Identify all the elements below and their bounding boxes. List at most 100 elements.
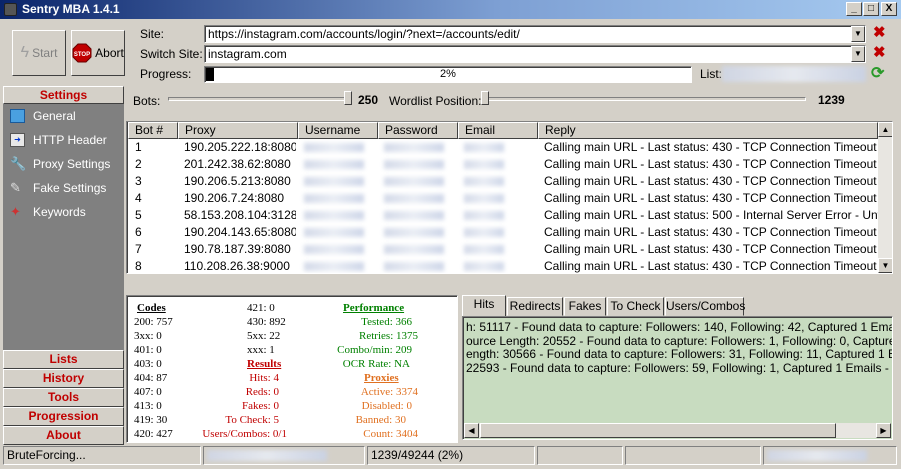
list-label: List:: [700, 67, 723, 81]
scroll-down-icon[interactable]: ▼: [878, 258, 892, 273]
tab-users-combos[interactable]: Users/Combos: [665, 297, 745, 316]
code-xxx: xxx: 1: [247, 344, 275, 356]
cell-reply: Calling main URL - Last status: 430 - TC…: [544, 242, 878, 256]
bots-slider-thumb[interactable]: [344, 91, 352, 105]
table-row[interactable]: 4 190.206.7.24:8080 Calling main URL - Las…: [127, 190, 878, 207]
cell-email-redacted: [464, 194, 504, 203]
hits-hscrollbar[interactable]: ◀ ▶: [464, 423, 891, 438]
sidebar-item-general[interactable]: General: [3, 104, 124, 128]
table-row[interactable]: 2 201.242.38.62:8080 Calling main URL - La…: [127, 156, 878, 173]
sidebar-item-http-header[interactable]: ➜ HTTP Header: [3, 128, 124, 152]
close-button[interactable]: X: [881, 2, 897, 16]
hits-log[interactable]: h: 51117 - Found data to capture: Follow…: [462, 316, 893, 440]
maximize-button[interactable]: □: [863, 2, 879, 16]
cell-email-redacted: [464, 262, 504, 271]
abort-button[interactable]: STOP Abort: [71, 30, 125, 76]
sidebar-item-fake-settings[interactable]: ✎ Fake Settings: [3, 176, 124, 200]
hscroll-thumb[interactable]: [480, 423, 836, 438]
bots-value: 250: [358, 93, 379, 107]
cell-username-redacted: [304, 228, 364, 237]
wordlist-slider-thumb[interactable]: [481, 91, 489, 105]
cell-email-redacted: [464, 143, 504, 152]
cell-email-redacted: [464, 245, 504, 254]
cell-username-redacted: [304, 143, 364, 152]
sidebar-item-keywords[interactable]: ✦ Keywords: [3, 200, 124, 224]
col-header-email[interactable]: Email: [458, 122, 538, 139]
bots-slider-track[interactable]: [168, 97, 348, 101]
table-row[interactable]: 3 190.206.5.213:8080 Calling main URL - La…: [127, 173, 878, 190]
sidebar-item-proxy-settings[interactable]: 🔧 Proxy Settings: [3, 152, 124, 176]
cell-bot: 6: [135, 225, 142, 239]
switch-site-dropdown-arrow[interactable]: ▼: [851, 46, 865, 62]
hit-line: ength: 30566 - Found data to capture: Fo…: [466, 347, 892, 361]
minimize-button[interactable]: _: [846, 2, 862, 16]
cell-bot: 7: [135, 242, 142, 256]
results-reds: Reds: 0: [245, 386, 279, 398]
col-header-reply[interactable]: Reply: [538, 122, 878, 139]
site-dropdown-arrow[interactable]: ▼: [851, 26, 865, 42]
col-header-password[interactable]: Password: [378, 122, 458, 139]
sidebar-tools[interactable]: Tools: [3, 388, 124, 407]
code-421: 421: 0: [247, 302, 275, 314]
status-state: BruteForcing...: [3, 446, 201, 465]
cell-password-redacted: [384, 194, 444, 203]
svg-text:STOP: STOP: [74, 52, 90, 58]
wordlist-slider-track[interactable]: [482, 97, 806, 101]
http-icon: ➜: [10, 133, 25, 147]
scroll-up-icon[interactable]: ▲: [878, 122, 892, 137]
switch-site-input[interactable]: instagram.com: [204, 45, 866, 63]
sidebar-about[interactable]: About: [3, 426, 124, 445]
perf-combomin: Combo/min: 209: [337, 344, 412, 356]
progress-label: Progress:: [140, 67, 192, 81]
cell-bot: 4: [135, 191, 142, 205]
tab-to-check[interactable]: To Check: [607, 297, 664, 316]
status-panel-5: [763, 446, 897, 465]
sidebar-history[interactable]: History: [3, 369, 124, 388]
cell-bot: 1: [135, 140, 142, 154]
switch-site-label: Switch Site:: [140, 47, 203, 61]
code-430: 430: 892: [247, 316, 286, 328]
perf-retries: Retries: 1375: [359, 330, 418, 342]
site-clear-icon[interactable]: ✖: [873, 25, 886, 41]
table-row[interactable]: 8 110.208.26.38:9000 Calling main URL - La…: [127, 258, 878, 273]
tab-hits[interactable]: Hits: [462, 295, 506, 316]
site-input[interactable]: https://instagram.com/accounts/login/?ne…: [204, 25, 866, 43]
sidebar-bottom: Lists History Tools Progression About: [3, 350, 124, 445]
scroll-left-icon[interactable]: ◀: [464, 423, 479, 438]
proxies-banned: Banned: 30: [355, 414, 406, 426]
tab-fakes[interactable]: Fakes: [564, 297, 606, 316]
code-5xx: 5xx: 22: [247, 330, 281, 342]
table-row[interactable]: 6 190.204.143.65:8080 Calling main URL - L…: [127, 224, 878, 241]
table-scrollbar[interactable]: ▲ ▼: [878, 122, 892, 273]
hit-line: 22593 - Found data to capture: Followers…: [466, 360, 892, 375]
code-413: 413: 0: [134, 400, 162, 412]
progress-bar: 2%: [204, 66, 692, 83]
table-row[interactable]: 1 190.205.222.18:8080 Calling main URL - L…: [127, 139, 878, 156]
table-row[interactable]: 7 190.78.187.39:8080 Calling main URL - La…: [127, 241, 878, 258]
code-403: 403: 0: [134, 358, 162, 370]
col-header-bot[interactable]: Bot #: [128, 122, 178, 139]
cell-password-redacted: [384, 228, 444, 237]
refresh-icon[interactable]: ⟳: [871, 65, 888, 82]
scroll-right-icon[interactable]: ▶: [876, 423, 891, 438]
status-panel-3: [537, 446, 623, 465]
cell-username-redacted: [304, 177, 364, 186]
cell-reply: Calling main URL - Last status: 430 - TC…: [544, 174, 878, 188]
cell-password-redacted: [384, 177, 444, 186]
cell-password-redacted: [384, 143, 444, 152]
start-button[interactable]: ϟ Start: [12, 30, 66, 76]
sidebar-progression[interactable]: Progression: [3, 407, 124, 426]
table-row[interactable]: 5 58.153.208.104:3128 Calling main URL - L…: [127, 207, 878, 224]
cell-username-redacted: [304, 262, 364, 271]
cell-username-redacted: [304, 211, 364, 220]
tab-redirects[interactable]: Redirects: [507, 297, 563, 316]
codes-title: Codes: [137, 302, 166, 314]
sidebar-settings-header[interactable]: Settings: [3, 86, 124, 104]
sidebar-lists[interactable]: Lists: [3, 350, 124, 369]
col-header-username[interactable]: Username: [298, 122, 378, 139]
cell-reply: Calling main URL - Last status: 430 - TC…: [544, 259, 878, 273]
results-title: Results: [247, 358, 282, 370]
col-header-proxy[interactable]: Proxy: [178, 122, 298, 139]
stop-sign-icon: STOP: [72, 43, 92, 63]
switch-site-clear-icon[interactable]: ✖: [873, 45, 886, 61]
